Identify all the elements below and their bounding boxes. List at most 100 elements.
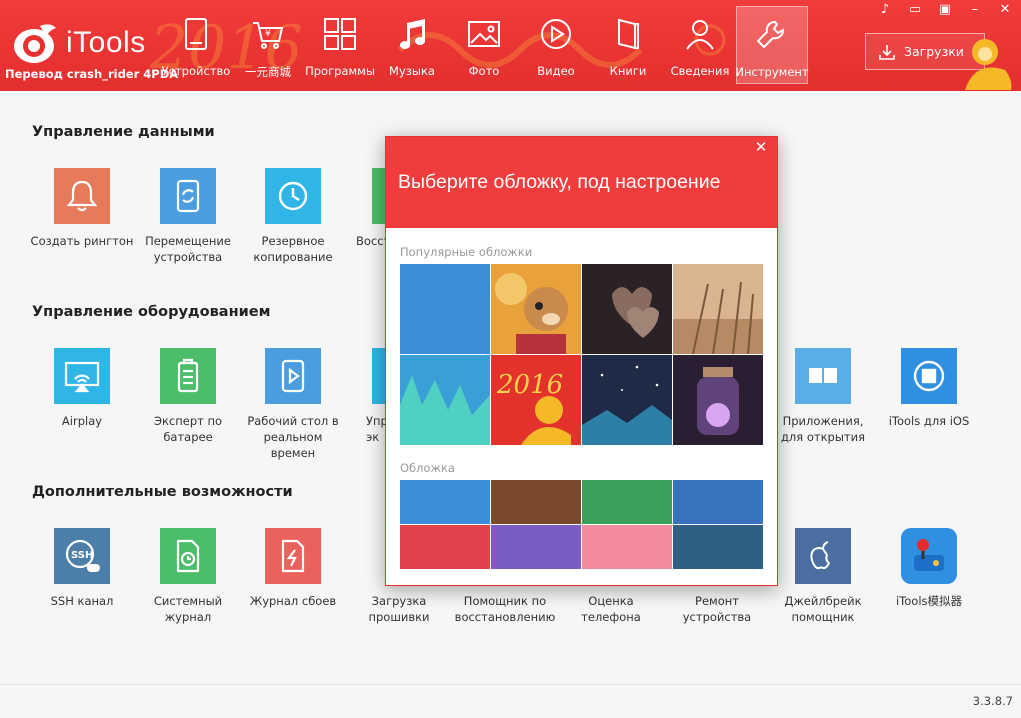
nav-shop-label: 一元商城 <box>245 65 291 79</box>
cover-hearts[interactable] <box>582 264 672 354</box>
cover-wheat[interactable] <box>673 264 763 354</box>
ssh-icon: SSH <box>54 528 110 584</box>
nav-music-label: Музыка <box>389 64 435 78</box>
airplay-icon <box>54 348 110 404</box>
tool-ssh-label: SSH канал <box>50 594 114 608</box>
nav-books-label: Книги <box>609 64 647 78</box>
itools-logo-icon <box>14 24 56 63</box>
tool-crashlog-label: Журнал сбоев <box>249 594 337 608</box>
color-cover-3[interactable] <box>582 480 672 524</box>
device-transfer-icon <box>160 168 216 224</box>
photo-icon <box>466 16 502 52</box>
tool-desktop[interactable]: Рабочий стол в реальном времен <box>240 348 346 461</box>
tool-ringtone[interactable]: Создать рингтон <box>29 168 135 249</box>
cover-blue-plain[interactable] <box>400 264 490 354</box>
nav-books[interactable]: Книги <box>592 6 664 84</box>
tool-recovery-label: Помощник по восстановлению <box>454 594 556 624</box>
tool-migration[interactable]: Перемещение устройства <box>135 168 241 265</box>
minimize-icon[interactable]: – <box>967 2 983 18</box>
download-icon <box>879 44 895 60</box>
tool-backup[interactable]: Резервное копирование <box>240 168 346 265</box>
monkey-decoration <box>965 39 1012 90</box>
battery-icon <box>160 348 216 404</box>
nav-music[interactable]: Музыка <box>376 6 448 84</box>
color-cover-4[interactable] <box>673 480 763 524</box>
joystick-icon <box>901 528 957 584</box>
tool-jailbreak[interactable]: Джейлбрейк помощник <box>770 528 876 625</box>
popular-covers-label: Популярные обложки <box>400 245 533 259</box>
tool-crashlog[interactable]: Журнал сбоев <box>240 528 346 609</box>
color-cover-6[interactable] <box>491 525 581 569</box>
cover-teddy-bear[interactable] <box>491 264 581 354</box>
popular-covers-grid: 2016 <box>400 264 763 445</box>
music-icon <box>394 16 430 52</box>
nav-info-label: Сведения <box>670 64 730 78</box>
tool-syslog-label: Системный журнал <box>153 594 223 624</box>
tool-phone-eval-label: Оценка телефона <box>581 594 641 624</box>
color-cover-1[interactable] <box>400 480 490 524</box>
nav-apps[interactable]: Программы <box>304 6 376 84</box>
music-note-icon[interactable]: ♪ <box>877 2 893 18</box>
tool-migration-label: Перемещение устройства <box>145 234 231 264</box>
tool-syslog[interactable]: Системный журнал <box>135 528 241 625</box>
manage-icon <box>372 348 386 404</box>
cover-monkey-2016[interactable]: 2016 <box>491 355 581 445</box>
tool-emulator[interactable]: iTools模拟器 <box>876 528 982 609</box>
close-icon[interactable]: ✕ <box>997 2 1013 18</box>
nav-photo-label: Фото <box>468 64 500 78</box>
play-phone-icon <box>265 348 321 404</box>
cover-jar[interactable] <box>673 355 763 445</box>
apps-icon <box>322 16 358 52</box>
tool-backup-label: Резервное копирование <box>253 234 333 264</box>
tool-emulator-label: iTools模拟器 <box>895 594 963 608</box>
crash-log-icon <box>265 528 321 584</box>
book-icon <box>610 16 646 52</box>
log-clock-icon <box>160 528 216 584</box>
tool-restore-label: Восст <box>356 234 386 248</box>
nav-device[interactable]: Устройство <box>160 6 232 84</box>
dialog-close-icon[interactable]: ✕ <box>753 139 769 155</box>
cover-teal-mountains[interactable] <box>400 355 490 445</box>
covers-label: Обложка <box>400 461 455 475</box>
nav-info[interactable]: Сведения <box>664 6 736 84</box>
tool-apps-open[interactable]: Приложения, для открытия <box>770 348 876 445</box>
color-cover-5[interactable] <box>400 525 490 569</box>
tool-firmware-label: Загрузка прошивки <box>368 594 430 624</box>
nav-tools-label: Инструмент <box>735 65 809 79</box>
nav-video[interactable]: Видео <box>520 6 592 84</box>
bell-icon <box>54 168 110 224</box>
svg-text:SSH: SSH <box>71 550 93 561</box>
device-icon <box>178 16 214 52</box>
tool-manage-label: Упр эк <box>366 414 386 444</box>
color-cover-2[interactable] <box>491 480 581 524</box>
apple-icon <box>795 528 851 584</box>
dialog-title: Выберите обложку, под настроение <box>398 171 721 193</box>
feedback-icon[interactable]: ▭ <box>907 2 923 18</box>
main-nav: Устройство ¥ 一元商城 Программы Музыка Фото <box>160 6 809 84</box>
nav-photo[interactable]: Фото <box>448 6 520 84</box>
color-cover-7[interactable] <box>582 525 672 569</box>
tool-airplay[interactable]: Airplay <box>29 348 135 429</box>
tool-itools-ios[interactable]: iTools для iOS <box>876 348 982 429</box>
user-icon <box>682 16 718 52</box>
tool-apps-open-label: Приложения, для открытия <box>780 414 866 444</box>
clock-icon <box>265 168 321 224</box>
footer-divider <box>0 684 1021 685</box>
tool-ssh[interactable]: SSH SSH канал <box>29 528 135 609</box>
tool-jailbreak-label: Джейлбрейк помощник <box>784 594 862 624</box>
nav-tools[interactable]: Инструмент <box>735 6 809 84</box>
tool-battery[interactable]: Эксперт по батарее <box>135 348 241 445</box>
color-cover-8[interactable] <box>673 525 763 569</box>
nav-apps-label: Программы <box>305 64 375 78</box>
svg-text:2016: 2016 <box>496 370 563 400</box>
tool-airplay-label: Airplay <box>61 414 103 428</box>
restore-icon <box>372 168 386 224</box>
nav-shop[interactable]: ¥ 一元商城 <box>232 6 304 84</box>
tool-restore[interactable]: Восст <box>346 168 386 249</box>
menu-icon[interactable]: ▣ <box>937 2 953 18</box>
cover-night-sky[interactable] <box>582 355 672 445</box>
video-icon <box>538 16 574 52</box>
tool-manage[interactable]: Упр эк <box>346 348 386 445</box>
tool-itools-ios-label: iTools для iOS <box>888 414 970 428</box>
section-extra-title: Дополнительные возможности <box>32 484 293 500</box>
